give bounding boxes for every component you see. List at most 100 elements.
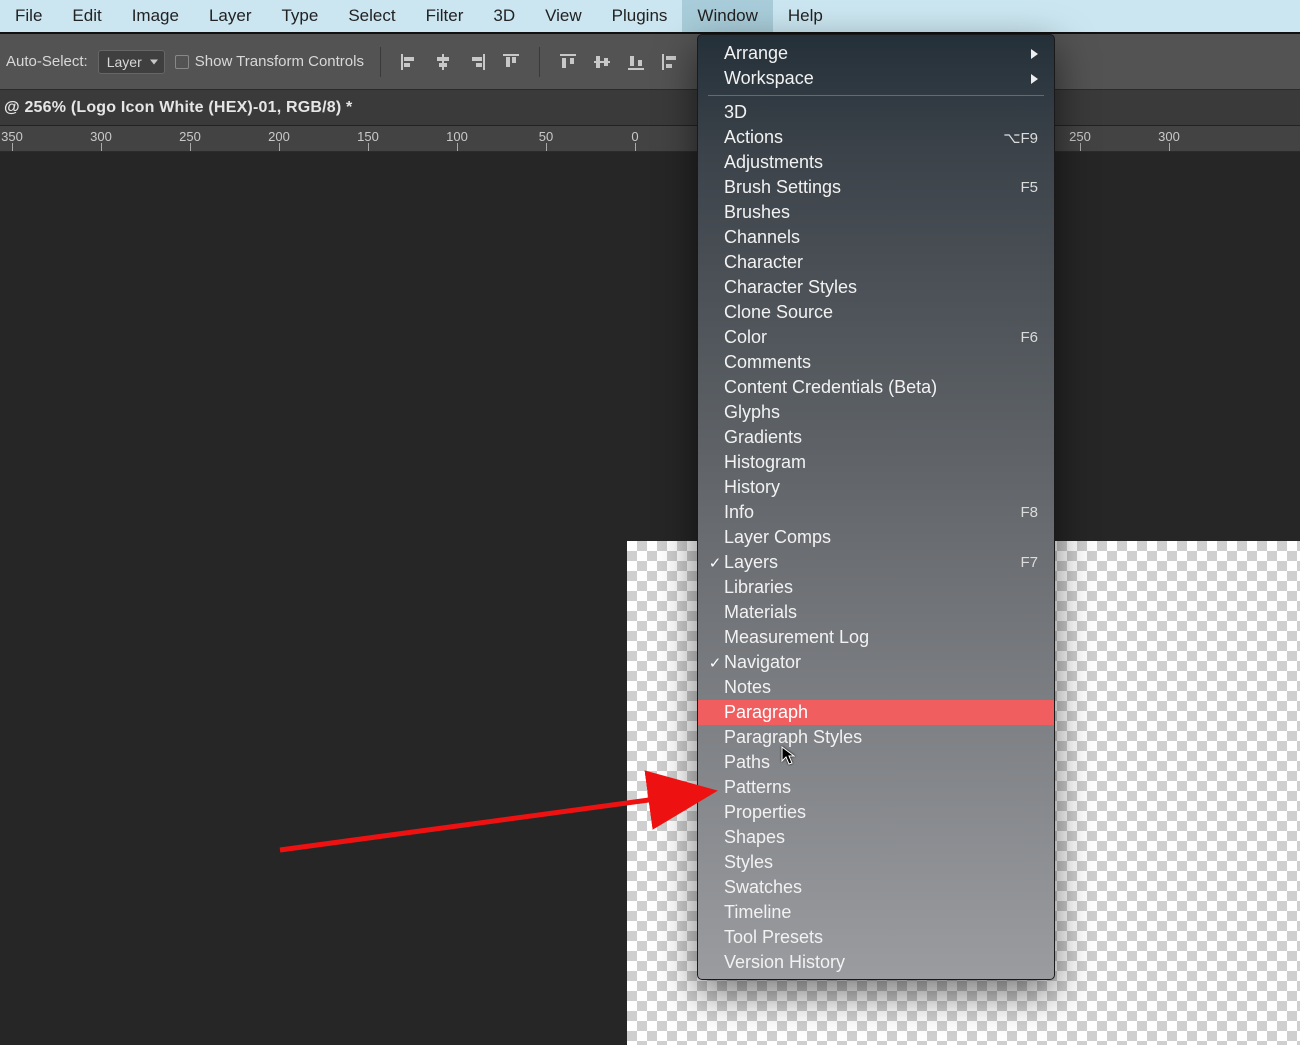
menubar-item-plugins[interactable]: Plugins — [597, 0, 683, 32]
document-tab[interactable]: @ 256% (Logo Icon White (HEX)-01, RGB/8)… — [4, 99, 352, 117]
menu-item-label: Version History — [724, 952, 1038, 973]
menubar-item-view[interactable]: View — [530, 0, 597, 32]
menu-item-label: Notes — [724, 677, 1038, 698]
align-hcenter-icon[interactable] — [431, 50, 455, 74]
menubar-item-filter[interactable]: Filter — [411, 0, 479, 32]
ruler-label: 250 — [1069, 129, 1091, 144]
menu-item-timeline[interactable]: Timeline — [698, 900, 1054, 925]
menu-item-label: Tool Presets — [724, 927, 1038, 948]
menubar-item-type[interactable]: Type — [266, 0, 333, 32]
menu-item-info[interactable]: InfoF8 — [698, 500, 1054, 525]
auto-select-label: Auto-Select: — [4, 53, 88, 70]
menu-item-styles[interactable]: Styles — [698, 850, 1054, 875]
menu-item-libraries[interactable]: Libraries — [698, 575, 1054, 600]
menu-item-histogram[interactable]: Histogram — [698, 450, 1054, 475]
menu-item-history[interactable]: History — [698, 475, 1054, 500]
menubar-item-3d[interactable]: 3D — [478, 0, 530, 32]
menu-item-label: Brush Settings — [724, 177, 1020, 198]
menu-item-label: Glyphs — [724, 402, 1038, 423]
menu-item-label: Gradients — [724, 427, 1038, 448]
menu-item-channels[interactable]: Channels — [698, 225, 1054, 250]
align-top-icon[interactable] — [499, 50, 523, 74]
menu-item-paragraph[interactable]: Paragraph — [698, 700, 1054, 725]
menu-item-comments[interactable]: Comments — [698, 350, 1054, 375]
menubar-item-file[interactable]: File — [0, 0, 57, 32]
menubar-item-image[interactable]: Image — [117, 0, 194, 32]
ruler-label: 300 — [90, 129, 112, 144]
menu-item-tool-presets[interactable]: Tool Presets — [698, 925, 1054, 950]
menu-item-notes[interactable]: Notes — [698, 675, 1054, 700]
menu-item-label: Character Styles — [724, 277, 1038, 298]
layer-dropdown[interactable]: Layer — [98, 50, 165, 74]
menu-item-actions[interactable]: Actions⌥F9 — [698, 125, 1054, 150]
options-divider — [380, 47, 381, 77]
menubar-item-window[interactable]: Window — [682, 0, 772, 32]
ruler-label: 200 — [268, 129, 290, 144]
check-icon: ✓ — [706, 554, 724, 572]
menu-item-gradients[interactable]: Gradients — [698, 425, 1054, 450]
distribute-bottom-icon[interactable] — [624, 50, 648, 74]
ruler-label: 350 — [1, 129, 23, 144]
show-transform-label: Show Transform Controls — [195, 53, 364, 70]
menu-item-character-styles[interactable]: Character Styles — [698, 275, 1054, 300]
distribute-left-icon[interactable] — [658, 50, 682, 74]
menu-item-label: Properties — [724, 802, 1038, 823]
menubar-item-edit[interactable]: Edit — [57, 0, 116, 32]
menu-item-content-credentials-beta-[interactable]: Content Credentials (Beta) — [698, 375, 1054, 400]
horizontal-ruler: 35030025020015010050050100150200250300 — [0, 126, 1300, 152]
menu-item-label: Paragraph Styles — [724, 727, 1038, 748]
menu-item-3d[interactable]: 3D — [698, 100, 1054, 125]
menu-item-workspace[interactable]: Workspace — [698, 66, 1054, 91]
menu-item-label: Adjustments — [724, 152, 1038, 173]
menubar-item-layer[interactable]: Layer — [194, 0, 267, 32]
menu-item-label: Patterns — [724, 777, 1038, 798]
distribute-top-icon[interactable] — [556, 50, 580, 74]
menu-item-shapes[interactable]: Shapes — [698, 825, 1054, 850]
canvas-area[interactable] — [0, 152, 1300, 1045]
menu-item-properties[interactable]: Properties — [698, 800, 1054, 825]
ruler-label: 250 — [179, 129, 201, 144]
distribute-group — [556, 50, 682, 74]
ruler-label: 150 — [357, 129, 379, 144]
check-icon: ✓ — [706, 654, 724, 672]
menu-item-label: Content Credentials (Beta) — [724, 377, 1038, 398]
menu-item-glyphs[interactable]: Glyphs — [698, 400, 1054, 425]
menu-item-label: Character — [724, 252, 1038, 273]
menu-item-navigator[interactable]: ✓Navigator — [698, 650, 1054, 675]
show-transform-checkbox[interactable]: Show Transform Controls — [175, 53, 364, 70]
submenu-arrow-icon — [1031, 74, 1038, 84]
menu-item-swatches[interactable]: Swatches — [698, 875, 1054, 900]
menu-item-label: Paths — [724, 752, 1038, 773]
align-right-icon[interactable] — [465, 50, 489, 74]
menu-item-layers[interactable]: ✓LayersF7 — [698, 550, 1054, 575]
menu-item-measurement-log[interactable]: Measurement Log — [698, 625, 1054, 650]
options-divider — [539, 47, 540, 77]
menu-item-adjustments[interactable]: Adjustments — [698, 150, 1054, 175]
menu-item-materials[interactable]: Materials — [698, 600, 1054, 625]
menu-shortcut: F5 — [1020, 179, 1038, 196]
menubar-item-select[interactable]: Select — [333, 0, 410, 32]
align-left-icon[interactable] — [397, 50, 421, 74]
menu-item-color[interactable]: ColorF6 — [698, 325, 1054, 350]
menu-item-brushes[interactable]: Brushes — [698, 200, 1054, 225]
menu-separator — [708, 95, 1044, 96]
menu-item-layer-comps[interactable]: Layer Comps — [698, 525, 1054, 550]
menu-item-label: Paragraph — [724, 702, 1038, 723]
distribute-vcenter-icon[interactable] — [590, 50, 614, 74]
menu-item-paragraph-styles[interactable]: Paragraph Styles — [698, 725, 1054, 750]
menu-item-label: Actions — [724, 127, 1003, 148]
menu-item-label: Histogram — [724, 452, 1038, 473]
menu-item-arrange[interactable]: Arrange — [698, 41, 1054, 66]
menu-item-brush-settings[interactable]: Brush SettingsF5 — [698, 175, 1054, 200]
menu-item-character[interactable]: Character — [698, 250, 1054, 275]
menu-item-label: Info — [724, 502, 1020, 523]
menu-item-patterns[interactable]: Patterns — [698, 775, 1054, 800]
menu-item-label: 3D — [724, 102, 1038, 123]
menu-item-version-history[interactable]: Version History — [698, 950, 1054, 975]
align-group — [397, 50, 523, 74]
ruler-label: 0 — [631, 129, 638, 144]
menubar: FileEditImageLayerTypeSelectFilter3DView… — [0, 0, 1300, 32]
menubar-item-help[interactable]: Help — [773, 0, 838, 32]
menu-item-paths[interactable]: Paths — [698, 750, 1054, 775]
menu-item-clone-source[interactable]: Clone Source — [698, 300, 1054, 325]
